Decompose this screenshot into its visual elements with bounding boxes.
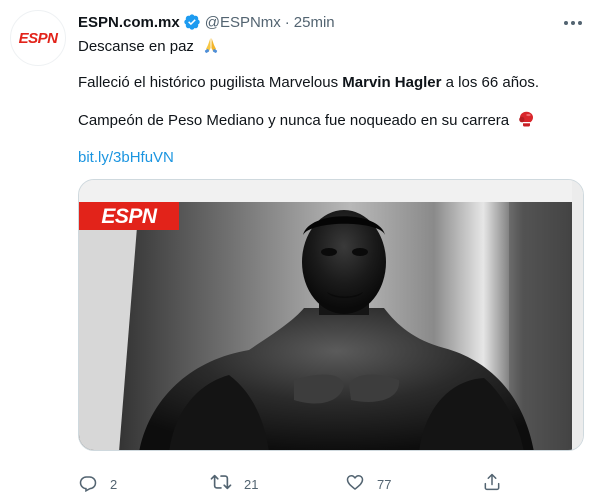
tweet-photo[interactable]: ESPN (79, 180, 584, 451)
tweet-text-line-3: Campeón de Peso Mediano y nunca fue noqu… (78, 110, 535, 134)
like-count: 77 (377, 476, 392, 492)
folded-hands-emoji-icon (202, 36, 220, 60)
shortened-link[interactable]: bit.ly/3bHfuVN (78, 149, 174, 166)
reply-button[interactable]: 2 (78, 470, 117, 498)
tweet-actions: 2 21 77 (0, 470, 599, 498)
boxing-glove-emoji-icon (517, 110, 535, 134)
share-button[interactable] (482, 470, 502, 498)
tweet-text-line-1: Descanse en paz (78, 36, 220, 60)
share-icon (482, 472, 502, 497)
tweet-header: ESPN.com.mx @ESPNmx · 25min (78, 11, 335, 33)
tweet[interactable]: ESPN ESPN.com.mx @ESPNmx · 25min Descans… (0, 0, 599, 499)
verified-badge-icon (183, 13, 201, 31)
tweet-text-age: a los 66 años. (441, 74, 540, 91)
handle[interactable]: @ESPNmx (205, 14, 281, 31)
tweet-link-line: bit.ly/3bHfuVN (78, 148, 174, 168)
media-card[interactable]: ESPN (78, 179, 584, 451)
reply-count: 2 (110, 476, 118, 492)
retweet-icon (210, 472, 232, 497)
like-button[interactable]: 77 (345, 470, 391, 498)
tweet-text-descanse: Descanse en paz (78, 38, 194, 55)
tweet-text-line-2: Falleció el histórico pugilista Marvelou… (78, 73, 539, 93)
avatar[interactable]: ESPN (10, 10, 66, 66)
tweet-text-name: Marvin Hagler (342, 74, 442, 91)
tweet-text-fallecio: Falleció el histórico pugilista Marvelou… (78, 74, 343, 91)
timestamp[interactable]: 25min (294, 14, 335, 31)
espn-logo: ESPN (18, 29, 58, 47)
retweet-button[interactable]: 21 (210, 470, 258, 498)
more-icon (563, 13, 583, 31)
heart-icon (345, 472, 365, 497)
reply-icon (78, 472, 98, 497)
espn-watermark: ESPN (101, 205, 158, 228)
more-options-button[interactable] (559, 10, 587, 34)
tweet-text-campeon: Campeón de Peso Mediano y nunca fue noqu… (78, 112, 510, 129)
display-name[interactable]: ESPN.com.mx (78, 14, 180, 31)
retweet-count: 21 (244, 476, 259, 492)
separator-dot: · (284, 13, 290, 31)
